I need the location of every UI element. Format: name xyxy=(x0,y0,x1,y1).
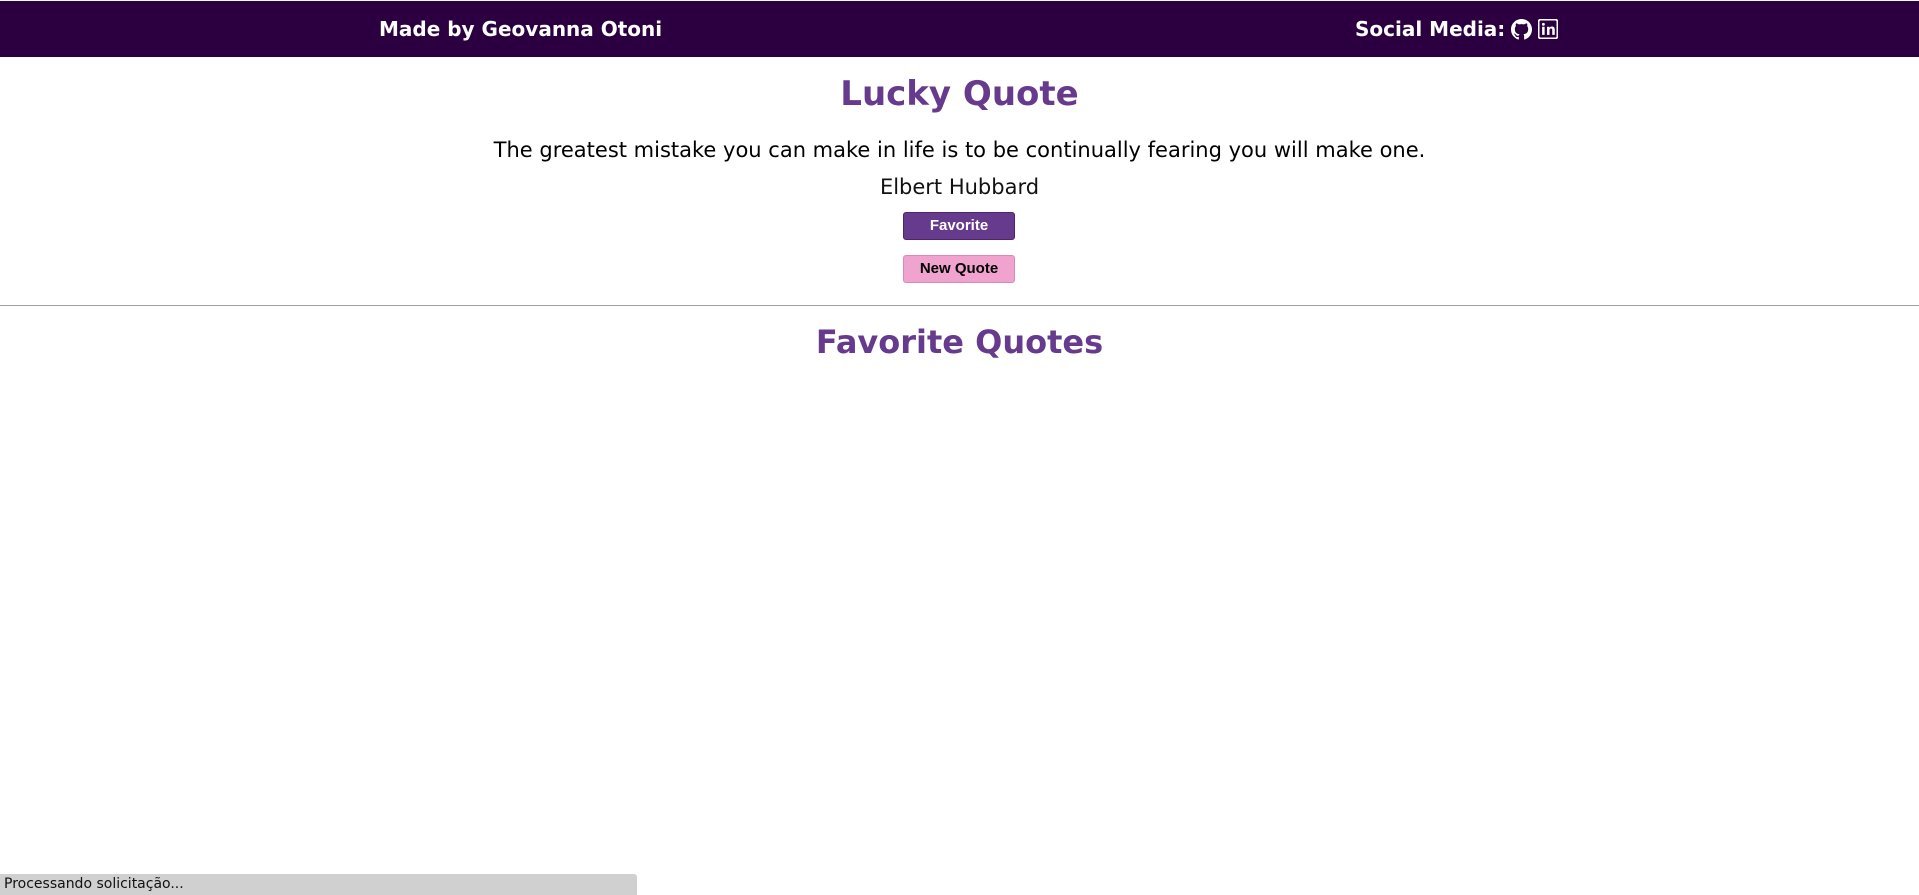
social-media-label: Social Media: xyxy=(1355,17,1506,41)
quote-author: Elbert Hubbard xyxy=(879,175,1040,199)
social-media: Social Media: xyxy=(1355,1,1559,57)
linkedin-icon[interactable] xyxy=(1538,19,1559,39)
github-icon[interactable] xyxy=(1511,18,1533,40)
new-quote-button[interactable]: New Quote xyxy=(903,255,1015,283)
top-bar: Made by Geovanna Otoni Social Media: xyxy=(0,1,1919,57)
lucky-quote-title: Lucky Quote xyxy=(840,74,1079,114)
favorite-quotes-title: Favorite Quotes xyxy=(815,323,1104,361)
section-divider xyxy=(0,305,1919,306)
author-credit: Made by Geovanna Otoni xyxy=(379,17,663,41)
browser-status-bar: Processando solicitação... xyxy=(0,874,637,895)
quote-text: The greatest mistake you can make in lif… xyxy=(493,138,1426,162)
favorite-button[interactable]: Favorite xyxy=(903,212,1015,240)
